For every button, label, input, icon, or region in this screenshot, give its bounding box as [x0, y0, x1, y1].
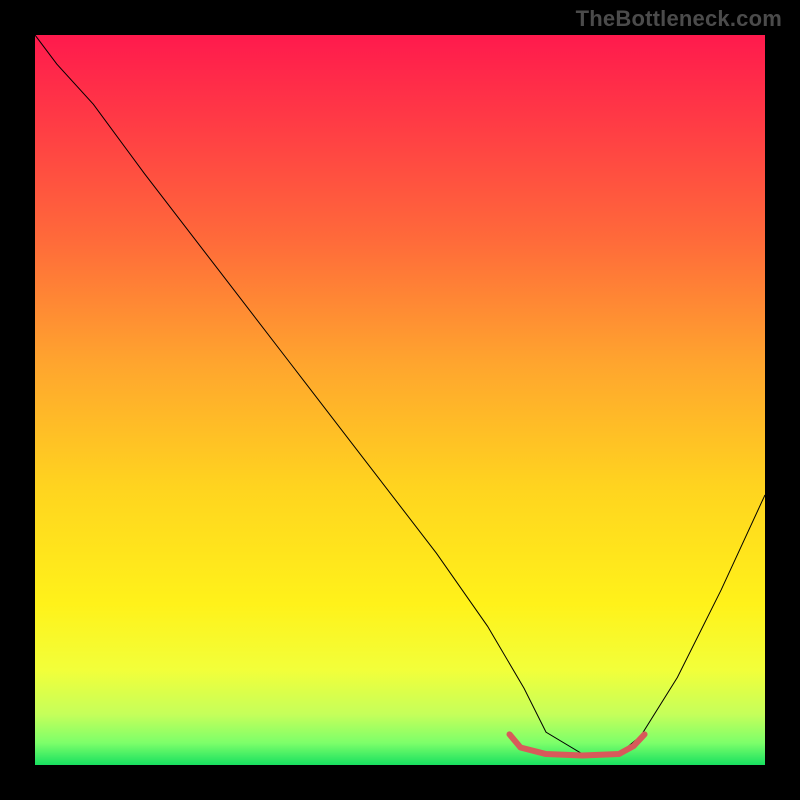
gradient-bg — [35, 35, 765, 765]
plot-area — [35, 35, 765, 765]
chart-frame: TheBottleneck.com — [0, 0, 800, 800]
chart-svg — [35, 35, 765, 765]
watermark-label: TheBottleneck.com — [576, 6, 782, 32]
